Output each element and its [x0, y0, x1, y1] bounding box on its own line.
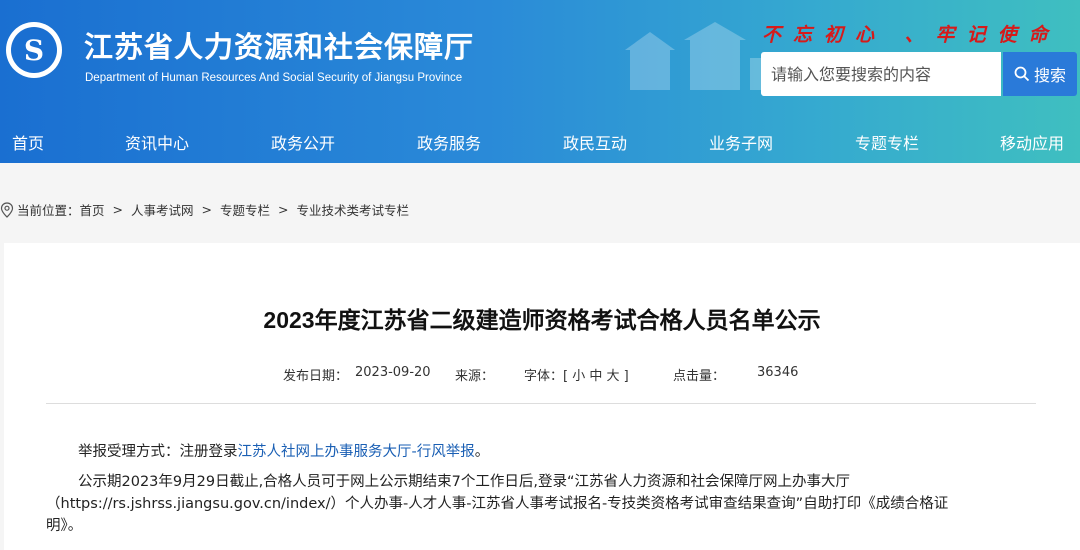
search-button-label: 搜索 — [1033, 66, 1066, 85]
search-input[interactable] — [761, 52, 1001, 96]
breadcrumb-prefix: 当前位置： — [17, 203, 80, 218]
breadcrumb-item-exam[interactable]: 人事考试网 — [131, 200, 194, 219]
nav-item-business-subnet[interactable]: 业务子网 — [709, 130, 773, 154]
search-button[interactable]: 搜索 — [1003, 52, 1077, 96]
report-suffix: 。 — [474, 444, 490, 460]
search-icon — [1014, 66, 1030, 82]
breadcrumb-item-topics[interactable]: 专题专栏 — [220, 200, 270, 219]
main-nav: 首页 资讯中心 政务公开 政务服务 政民互动 业务子网 专题专栏 移动应用 — [0, 118, 1080, 163]
breadcrumb-item-professional[interactable]: 专业技术类考试专栏 — [297, 200, 410, 219]
nav-item-gov-info[interactable]: 政务公开 — [271, 130, 335, 154]
site-header: S 江苏省人力资源和社会保障厅 Department of Human Reso… — [0, 0, 1080, 163]
location-pin-icon — [0, 201, 14, 218]
nav-item-interaction[interactable]: 政民互动 — [563, 130, 627, 154]
notice-line-3: 明》。 — [46, 518, 83, 534]
breadcrumb-item-home[interactable]: 首页 — [80, 200, 105, 219]
notice-paragraph: 公示期2023年9月29日截止,合格人员可于网上公示期结束7个工作日后,登录“江… — [46, 471, 1036, 537]
site-subtitle: Department of Human Resources And Social… — [85, 72, 463, 84]
divider — [46, 403, 1036, 404]
slogan: 不忘初心 、牢记使命 — [762, 24, 1060, 46]
report-text: 举报受理方式：注册登录 — [78, 444, 238, 460]
publish-date-label: 发布日期： — [283, 369, 349, 384]
font-size-control[interactable]: 字体：[ 小 中 大 ] — [524, 365, 629, 384]
article-container: 2023年度江苏省二级建造师资格考试合格人员名单公示 发布日期： 2023-09… — [4, 243, 1080, 550]
site-logo[interactable]: S — [6, 22, 62, 78]
breadcrumb-separator: > — [201, 202, 213, 217]
views-label: 点击量： — [673, 369, 726, 384]
nav-item-mobile[interactable]: 移动应用 — [1000, 130, 1064, 154]
report-link[interactable]: 江苏人社网上办事服务大厅-行风举报 — [238, 444, 475, 460]
views-count: 36346 — [757, 365, 799, 380]
notice-line-2: （https://rs.jshrss.jiangsu.gov.cn/index/… — [46, 496, 949, 512]
logo-emblem-icon: S — [11, 27, 57, 73]
report-paragraph: 举报受理方式：注册登录江苏人社网上办事服务大厅-行风举报。 — [46, 441, 1036, 463]
notice-line-1: 公示期2023年9月29日截止,合格人员可于网上公示期结束7个工作日后,登录“江… — [78, 474, 851, 490]
breadcrumb-separator: > — [112, 202, 124, 217]
source-label: 来源： — [455, 369, 495, 384]
breadcrumb-separator: > — [278, 202, 289, 217]
nav-item-services[interactable]: 政务服务 — [417, 130, 481, 154]
nav-item-home[interactable]: 首页 — [12, 130, 44, 154]
article-title: 2023年度江苏省二级建造师资格考试合格人员名单公示 — [263, 307, 821, 333]
nav-item-news[interactable]: 资讯中心 — [125, 130, 189, 154]
breadcrumb: 当前位置： 首页 > 人事考试网 > 专题专栏 > 专业技术类考试专栏 — [0, 200, 409, 219]
building-decoration — [625, 22, 778, 90]
nav-item-topics[interactable]: 专题专栏 — [855, 130, 919, 154]
publish-date: 2023-09-20 — [355, 365, 431, 380]
site-title[interactable]: 江苏省人力资源和社会保障厅 — [84, 24, 474, 66]
